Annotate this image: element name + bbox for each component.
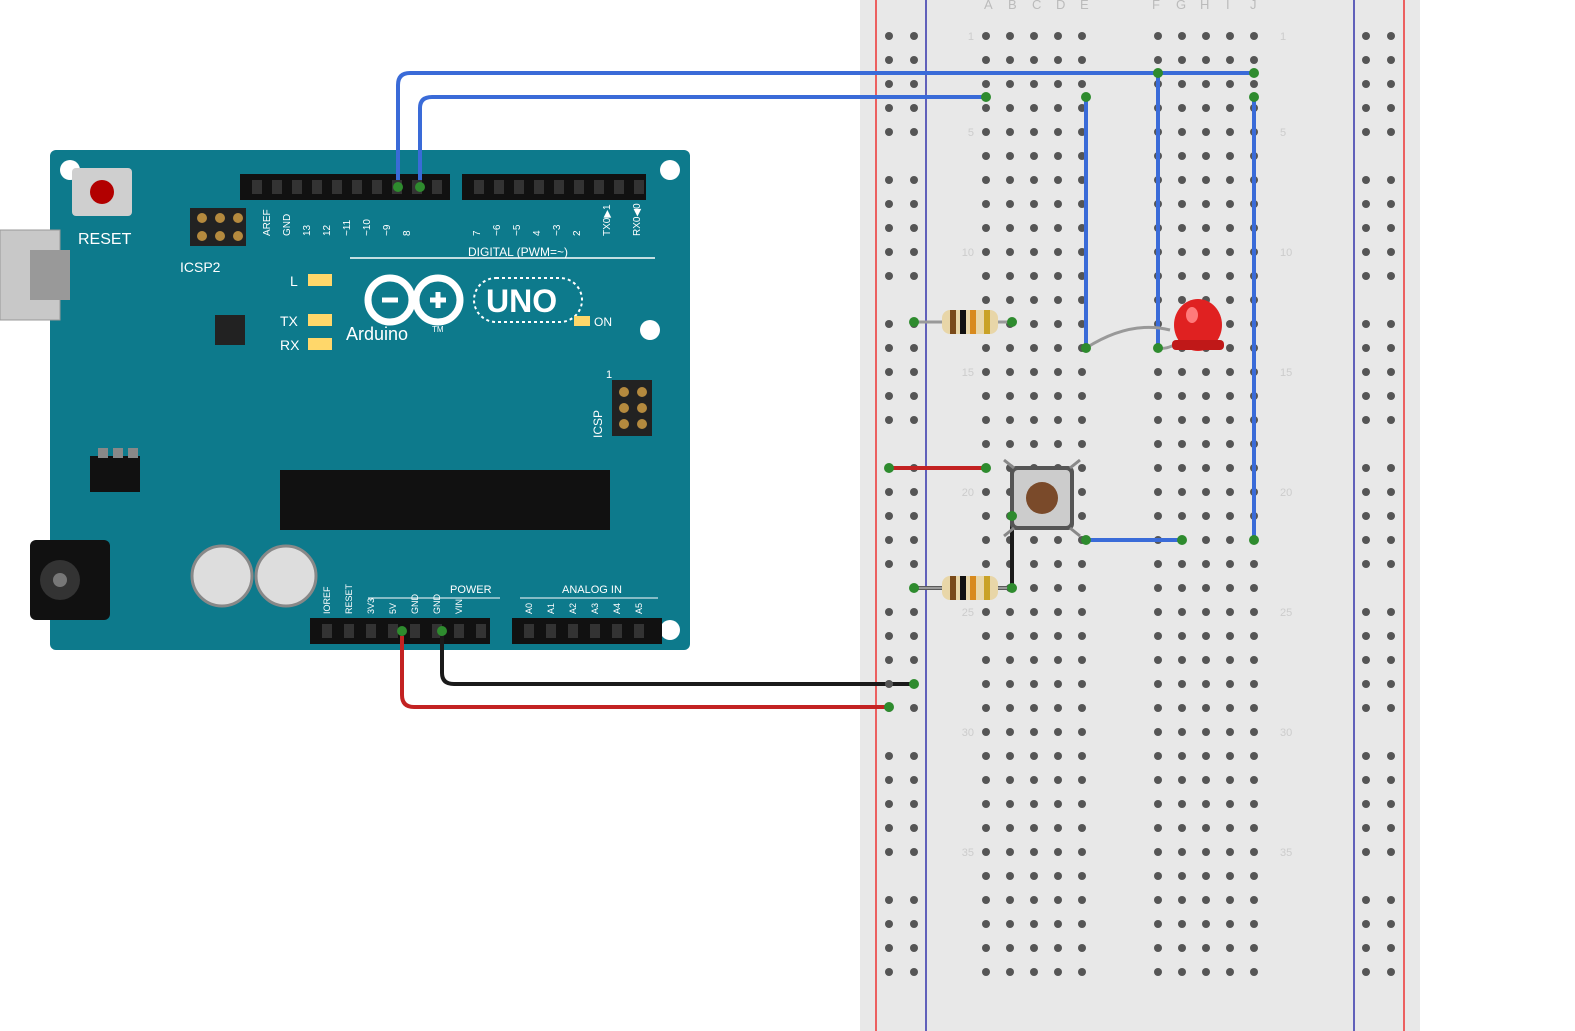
svg-text:5: 5 (1280, 127, 1286, 139)
breadboard-body (860, 0, 1420, 1031)
tm-label: TM (432, 325, 444, 334)
svg-text:RESET: RESET (344, 583, 354, 614)
uno-label: UNO (486, 283, 557, 319)
icsp2-label: ICSP2 (180, 259, 221, 275)
svg-text:1: 1 (606, 369, 612, 381)
mounting-hole (660, 160, 680, 180)
svg-text:TX: TX (280, 313, 299, 329)
svg-text:VIN: VIN (454, 599, 464, 614)
svg-text:12: 12 (322, 224, 333, 236)
svg-text:H: H (1200, 0, 1209, 12)
vreg (90, 456, 140, 492)
svg-text:I: I (1226, 0, 1230, 12)
power-label: POWER (450, 584, 492, 596)
svg-text:RX0◀0: RX0◀0 (632, 203, 643, 236)
svg-text:~9: ~9 (382, 224, 393, 236)
svg-text:L: L (290, 273, 298, 289)
dc-jack-pin (53, 573, 67, 587)
svg-text:5: 5 (968, 127, 974, 139)
svg-text:G: G (1176, 0, 1186, 12)
svg-text:35: 35 (1280, 847, 1292, 859)
arduino-name: Arduino (346, 324, 408, 344)
reset-label: RESET (78, 231, 132, 248)
on-label: ON (594, 315, 612, 329)
svg-text:25: 25 (962, 607, 974, 619)
svg-text:~10: ~10 (362, 219, 373, 236)
pushbutton[interactable] (1004, 460, 1080, 536)
icsp2-header (190, 208, 246, 246)
svg-text:GND: GND (282, 214, 293, 236)
svg-text:20: 20 (962, 487, 974, 499)
main-chip (280, 470, 610, 530)
svg-text:8: 8 (402, 230, 413, 236)
svg-text:1: 1 (968, 31, 974, 43)
svg-text:A: A (984, 0, 993, 12)
svg-text:10: 10 (1280, 247, 1292, 259)
svg-text:~6: ~6 (492, 224, 503, 236)
svg-text:5V: 5V (388, 603, 398, 614)
cap1-icon (192, 546, 252, 606)
pwm-label: DIGITAL (PWM=~) (468, 245, 568, 259)
svg-text:~11: ~11 (342, 219, 353, 236)
icsp-label: ICSP (591, 410, 605, 438)
svg-text:D: D (1056, 0, 1065, 12)
svg-text:20: 20 (1280, 487, 1292, 499)
svg-text:GND: GND (432, 594, 442, 615)
svg-text:1: 1 (1280, 31, 1286, 43)
svg-text:2: 2 (572, 230, 583, 236)
svg-text:GND: GND (410, 594, 420, 615)
svg-text:4: 4 (532, 230, 543, 236)
svg-text:~3: ~3 (552, 224, 563, 236)
mounting-hole (660, 620, 680, 640)
svg-text:30: 30 (1280, 727, 1292, 739)
reset-button-cap[interactable] (90, 180, 114, 204)
svg-text:13: 13 (302, 224, 313, 236)
circuit-diagram: A B C D E F G H I J 1 5 10 15 20 25 30 3… (0, 0, 1575, 1031)
svg-text:30: 30 (962, 727, 974, 739)
svg-text:A1: A1 (546, 603, 556, 614)
svg-text:15: 15 (1280, 367, 1292, 379)
svg-text:3V3: 3V3 (366, 598, 376, 614)
svg-text:A3: A3 (590, 603, 600, 614)
svg-text:A2: A2 (568, 603, 578, 614)
bottom-slots (322, 624, 644, 638)
svg-text:AREF: AREF (262, 209, 273, 236)
svg-text:A4: A4 (612, 603, 622, 614)
button-cap-icon (1026, 482, 1058, 514)
analog-label: ANALOG IN (562, 584, 622, 596)
svg-text:B: B (1008, 0, 1017, 12)
on-led (574, 316, 590, 326)
svg-text:A5: A5 (634, 603, 644, 614)
svg-text:~5: ~5 (512, 224, 523, 236)
svg-text:A0: A0 (524, 603, 534, 614)
breadboard: A B C D E F G H I J 1 5 10 15 20 25 30 3… (860, 0, 1420, 1031)
svg-text:25: 25 (1280, 607, 1292, 619)
chip-small (215, 315, 245, 345)
svg-text:IOREF: IOREF (322, 586, 332, 614)
svg-text:35: 35 (962, 847, 974, 859)
svg-text:J: J (1250, 0, 1257, 12)
svg-text:15: 15 (962, 367, 974, 379)
svg-text:F: F (1152, 0, 1160, 12)
svg-text:E: E (1080, 0, 1089, 12)
usb-inner (30, 250, 70, 300)
arduino-uno: RESET ICSP2 AREF GND 13 12 ~11 ~10 ~9 8 … (0, 150, 690, 650)
mounting-hole (640, 320, 660, 340)
svg-text:7: 7 (472, 230, 483, 236)
cap2-icon (256, 546, 316, 606)
svg-text:C: C (1032, 0, 1041, 12)
svg-text:TX0▶1: TX0▶1 (602, 204, 613, 236)
svg-text:10: 10 (962, 247, 974, 259)
svg-text:RX: RX (280, 337, 300, 353)
